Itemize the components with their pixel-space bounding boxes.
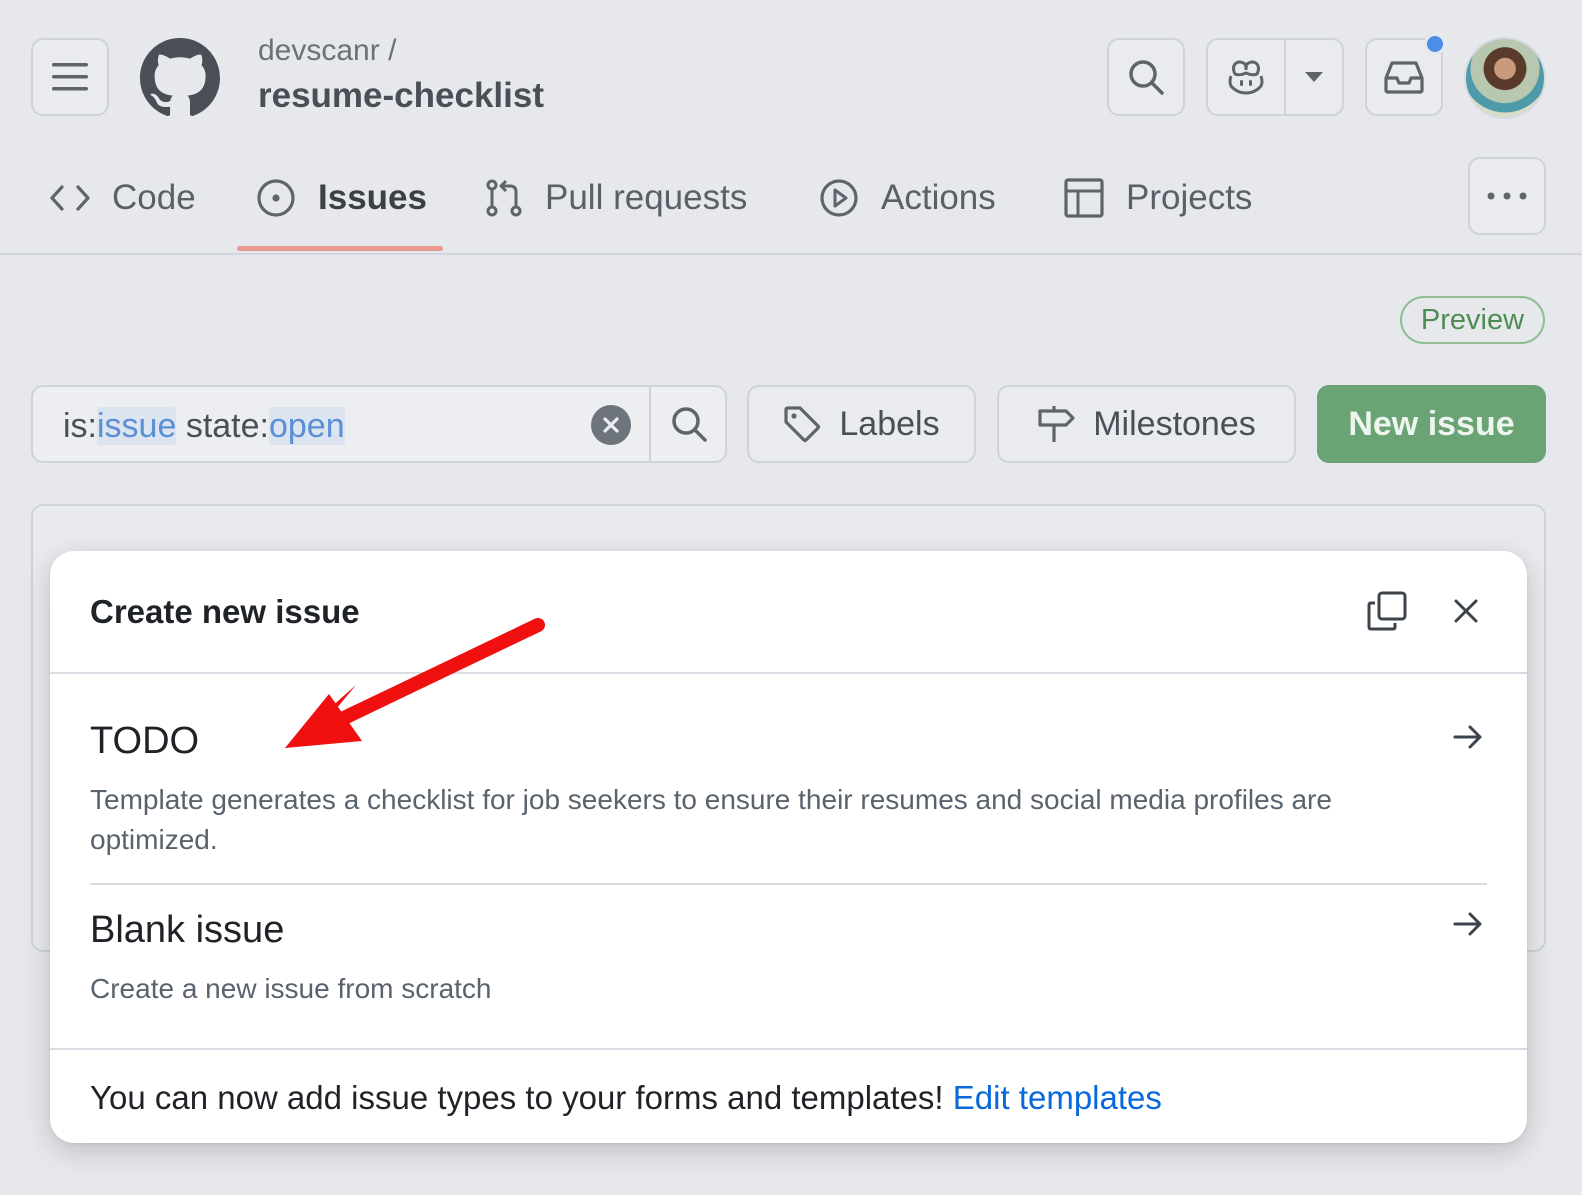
repo-name-link[interactable]: resume-checklist [258,76,544,116]
repo-owner-link[interactable]: devscanr / [258,34,396,68]
labels-button[interactable]: Labels [747,385,976,463]
search-icon [672,407,707,442]
tab-divider [0,253,1582,255]
tab-projects[interactable]: Projects [1064,168,1252,228]
copilot-button[interactable] [1208,40,1286,114]
github-logo[interactable] [140,38,220,118]
x-circle-icon [603,417,619,433]
tab-pull-requests-label: Pull requests [545,178,748,217]
search-query[interactable]: is:issue state:open [63,407,345,446]
tab-pull-requests[interactable]: Pull requests [485,168,747,228]
copilot-dropdown-button[interactable] [1286,40,1342,114]
inbox-icon [1384,61,1424,94]
notification-dot [1424,33,1446,55]
search-submit-button[interactable] [651,387,727,461]
menu-button[interactable] [31,38,109,116]
clear-search-button[interactable] [591,405,631,445]
triangle-down-icon [1305,72,1323,82]
preview-badge[interactable]: Preview [1400,296,1545,344]
tab-issues[interactable]: Issues [256,168,427,228]
search-icon [1129,60,1164,95]
issues-search-field[interactable]: is:issue state:open [31,385,727,463]
tab-code[interactable]: Code [50,168,196,228]
active-tab-indicator [237,246,443,251]
search-button[interactable] [1107,38,1185,116]
new-issue-button[interactable]: New issue [1317,385,1546,463]
tag-icon [784,406,821,443]
play-icon [819,178,859,218]
labels-button-label: Labels [839,404,940,443]
tab-issues-label: Issues [318,178,427,217]
copilot-icon [1228,60,1264,95]
kebab-horizontal-icon [1487,192,1527,200]
tab-actions[interactable]: Actions [819,168,996,228]
copilot-button-group [1206,38,1344,116]
tab-code-label: Code [112,178,196,217]
milestones-button-label: Milestones [1093,404,1256,443]
more-tabs-button[interactable] [1468,157,1546,235]
milestones-button[interactable]: Milestones [997,385,1296,463]
tab-projects-label: Projects [1126,178,1253,217]
milestone-icon [1038,406,1075,442]
menu-icon [52,63,88,91]
table-icon [1064,178,1104,218]
avatar[interactable] [1464,37,1546,119]
create-issue-dialog: Create new issue TODO Template generates… [50,551,1527,1143]
code-icon [50,184,90,212]
git-pull-request-icon [485,178,523,218]
annotation-arrow [285,618,545,748]
issue-opened-icon [256,178,296,218]
tab-actions-label: Actions [881,178,996,217]
